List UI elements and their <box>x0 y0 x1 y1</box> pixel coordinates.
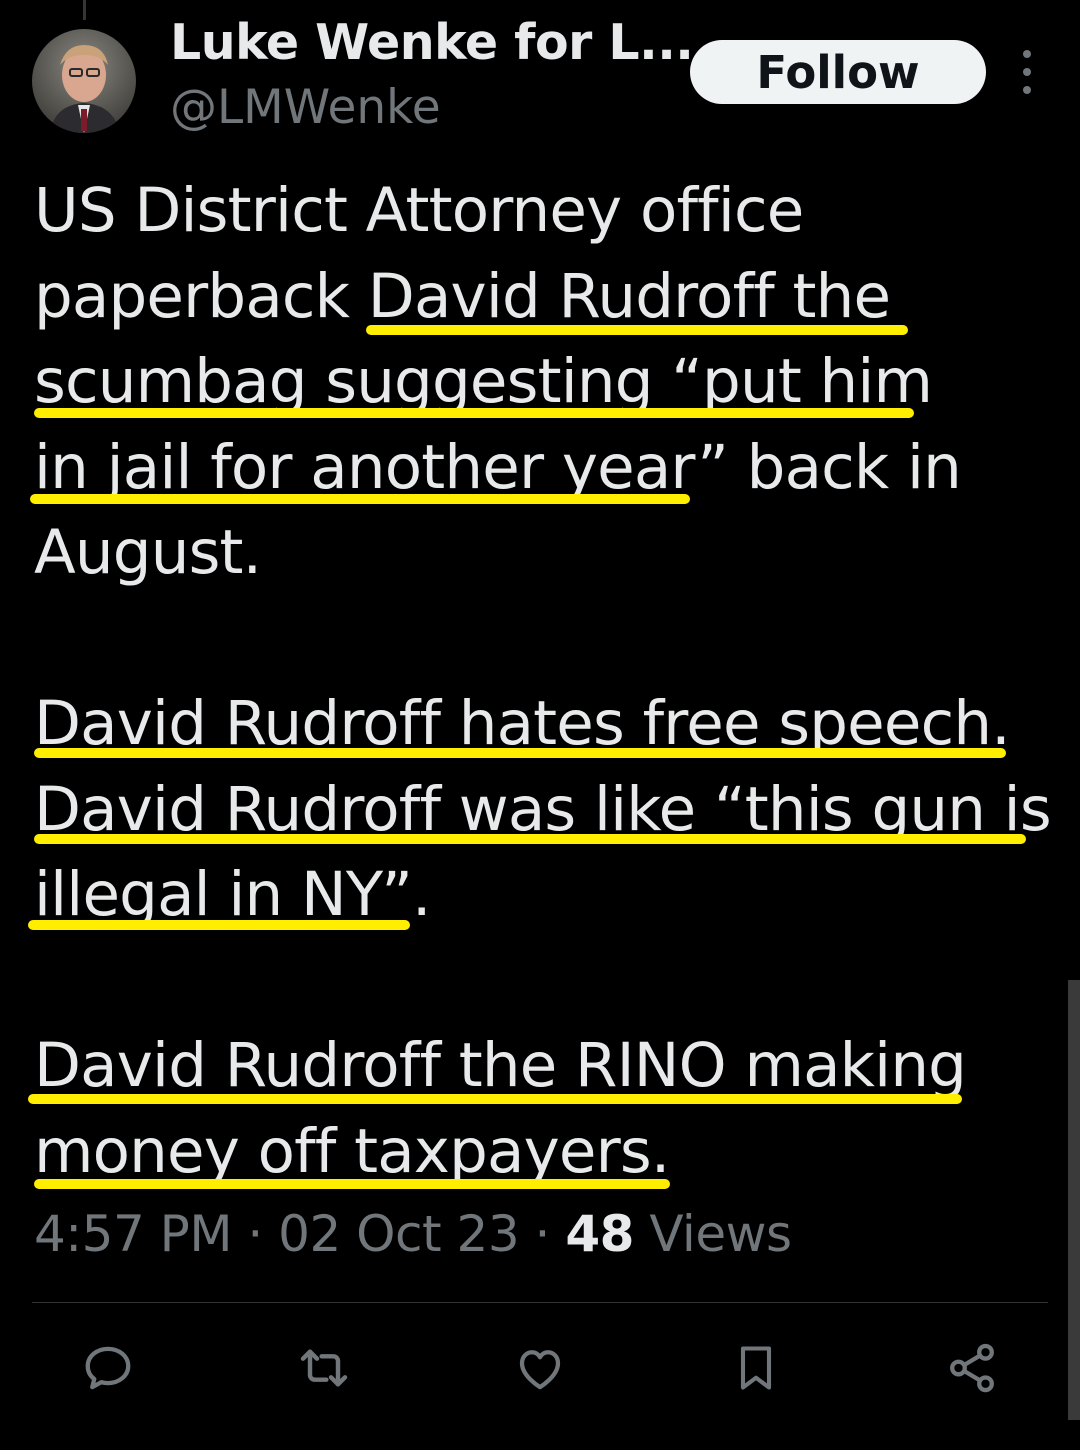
highlight-underline <box>28 920 410 930</box>
avatar[interactable] <box>32 29 136 133</box>
follow-button[interactable]: Follow <box>690 40 986 104</box>
highlight-underline <box>34 834 1026 844</box>
share-icon[interactable] <box>942 1338 1002 1398</box>
tweet-line: August. <box>34 517 262 588</box>
highlight-underline <box>34 408 914 418</box>
display-name[interactable]: Luke Wenke for L... <box>170 14 694 71</box>
highlight-underline <box>34 748 1006 758</box>
like-icon[interactable] <box>510 1338 570 1398</box>
tweet-line: US District Attorney office <box>34 175 804 246</box>
highlight-underline <box>34 1179 670 1189</box>
tweet-text: US District Attorney office paperback Da… <box>34 168 1054 1194</box>
thread-connector-line <box>83 0 86 20</box>
tweet-meta: 4:57 PM · 02 Oct 23 · 48 Views <box>34 1205 792 1263</box>
highlight-underline <box>28 1094 962 1104</box>
views-count[interactable]: 48 <box>565 1205 634 1263</box>
meta-separator: · <box>231 1205 279 1263</box>
meta-separator: · <box>519 1205 566 1263</box>
retweet-icon[interactable] <box>294 1338 354 1398</box>
divider <box>32 1302 1048 1303</box>
reply-icon[interactable] <box>78 1338 138 1398</box>
more-options-icon[interactable] <box>1010 50 1044 94</box>
tweet-date[interactable]: 02 Oct 23 <box>278 1205 519 1263</box>
scrollbar[interactable] <box>1068 980 1080 1420</box>
views-label[interactable]: Views <box>634 1205 792 1263</box>
highlight-underline <box>366 325 908 335</box>
avatar-image <box>32 29 136 133</box>
tweet-time[interactable]: 4:57 PM <box>34 1205 232 1263</box>
user-handle[interactable]: @LMWenke <box>170 80 441 135</box>
bookmark-icon[interactable] <box>726 1338 786 1398</box>
highlight-underline <box>30 494 690 504</box>
